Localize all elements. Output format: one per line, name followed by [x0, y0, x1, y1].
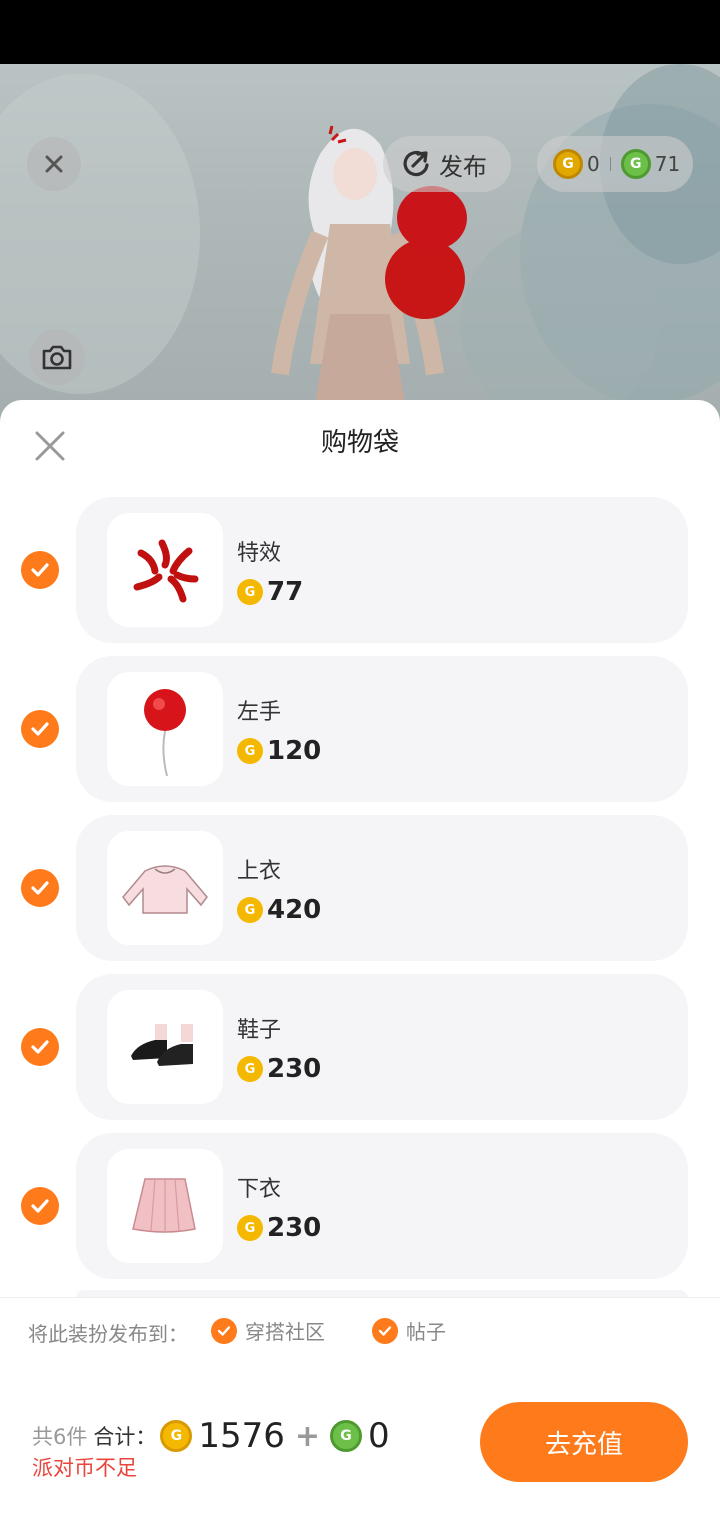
camera-icon [42, 345, 72, 370]
sheet-title: 购物袋 [320, 428, 399, 458]
green-coin-count: 71 [654, 152, 681, 176]
gold-coin-count: 0 [587, 152, 600, 176]
checkout-footer: 共6件 合计： G 1576 + G 0 派对币不足 去充值 [0, 1366, 720, 1520]
publish-option-label: 穿搭社区 [245, 1320, 325, 1344]
publish-option-label: 帖子 [406, 1320, 446, 1344]
item-checkbox[interactable] [21, 1187, 59, 1225]
gold-coin-icon: G [237, 1215, 263, 1241]
item-name: 特效 [237, 541, 282, 566]
skirt-icon [132, 1178, 196, 1233]
check-icon [31, 722, 49, 736]
item-card[interactable]: 鞋子 G 230 [76, 974, 688, 1120]
gold-total: 1576 [198, 1416, 285, 1456]
publish-targets-label: 将此装扮发布到： [28, 1322, 188, 1346]
shopping-bag-sheet: 购物袋 特效 G 77 左手 G 120 上衣 G 420 鞋子 G 230 下… [0, 400, 720, 1520]
item-card[interactable]: 特效 G 77 [76, 497, 688, 643]
item-checkbox[interactable] [21, 869, 59, 907]
item-thumbnail [107, 513, 223, 627]
check-icon [31, 563, 49, 577]
item-name: 上衣 [237, 859, 282, 884]
publish-label: 发布 [439, 152, 487, 181]
list-item[interactable]: 下衣 G 230 [0, 1133, 720, 1279]
item-thumbnail [107, 1149, 223, 1263]
anger-effect-icon [133, 539, 199, 603]
gold-coin-icon: G [553, 149, 583, 179]
item-card[interactable]: 下衣 G 230 [76, 1133, 688, 1279]
recharge-button[interactable]: 去充值 [480, 1402, 688, 1482]
plus-sign: + [294, 1418, 321, 1454]
item-price-value: 230 [267, 1054, 322, 1084]
item-price: G 77 [237, 575, 303, 609]
item-count: 共6件 [32, 1425, 88, 1449]
item-price-value: 420 [267, 895, 322, 925]
gold-coin-icon: G [237, 897, 263, 923]
item-checkbox[interactable] [21, 1028, 59, 1066]
item-card[interactable]: 上衣 G 420 [76, 815, 688, 961]
close-scene-button[interactable] [27, 137, 81, 191]
insufficient-warning: 派对币不足 [32, 1456, 137, 1480]
publish-option-post[interactable]: 帖子 [372, 1316, 446, 1345]
avatar-scene: 发布 G 0 G 71 [0, 64, 720, 424]
item-card[interactable]: 左手 G 120 [76, 656, 688, 802]
item-price-value: 77 [267, 577, 304, 607]
item-checkbox[interactable] [21, 710, 59, 748]
green-total: 0 [368, 1416, 390, 1456]
coin-balance[interactable]: G 0 G 71 [537, 136, 693, 192]
status-bar [0, 0, 720, 64]
green-coin-icon: G [620, 149, 651, 179]
balloon-icon [144, 689, 186, 777]
publish-button[interactable]: 发布 [383, 136, 511, 192]
total-row: 共6件 合计： G 1576 + G 0 [32, 1416, 390, 1456]
check-icon [372, 1317, 398, 1344]
item-price-value: 120 [267, 736, 322, 766]
list-item[interactable]: 上衣 G 420 [0, 815, 720, 961]
close-icon [45, 155, 63, 173]
check-icon [211, 1317, 237, 1344]
item-name: 左手 [237, 700, 282, 725]
item-name: 下衣 [237, 1177, 282, 1202]
item-price: G 120 [237, 734, 321, 768]
publish-icon [403, 150, 429, 177]
publish-option-community[interactable]: 穿搭社区 [211, 1316, 325, 1345]
gold-coin-icon: G [237, 738, 263, 764]
item-price-value: 230 [267, 1213, 322, 1243]
list-item[interactable]: 鞋子 G 230 [0, 974, 720, 1120]
total-label: 合计： [93, 1425, 157, 1449]
gold-coin-icon: G [237, 579, 263, 605]
check-icon [31, 881, 49, 895]
item-price: G 420 [237, 893, 321, 927]
publish-targets-row: 将此装扮发布到： 穿搭社区 帖子 [0, 1297, 720, 1367]
shoes-icon [131, 1024, 193, 1066]
gold-coin-icon: G [160, 1420, 193, 1452]
item-name: 鞋子 [237, 1018, 282, 1043]
gold-coin-icon: G [237, 1056, 263, 1082]
item-price: G 230 [237, 1052, 321, 1086]
list-item[interactable]: 特效 G 77 [0, 497, 720, 643]
item-thumbnail [107, 831, 223, 945]
item-price: G 230 [237, 1211, 321, 1245]
item-thumbnail [107, 672, 223, 786]
green-coin-icon: G [330, 1420, 363, 1452]
recharge-label: 去充值 [544, 1429, 623, 1460]
check-icon [31, 1199, 49, 1213]
camera-button[interactable] [29, 329, 85, 385]
sweater-icon [122, 865, 208, 914]
item-thumbnail [107, 990, 223, 1104]
check-icon [31, 1040, 49, 1054]
item-checkbox[interactable] [21, 551, 59, 589]
list-item[interactable]: 左手 G 120 [0, 656, 720, 802]
